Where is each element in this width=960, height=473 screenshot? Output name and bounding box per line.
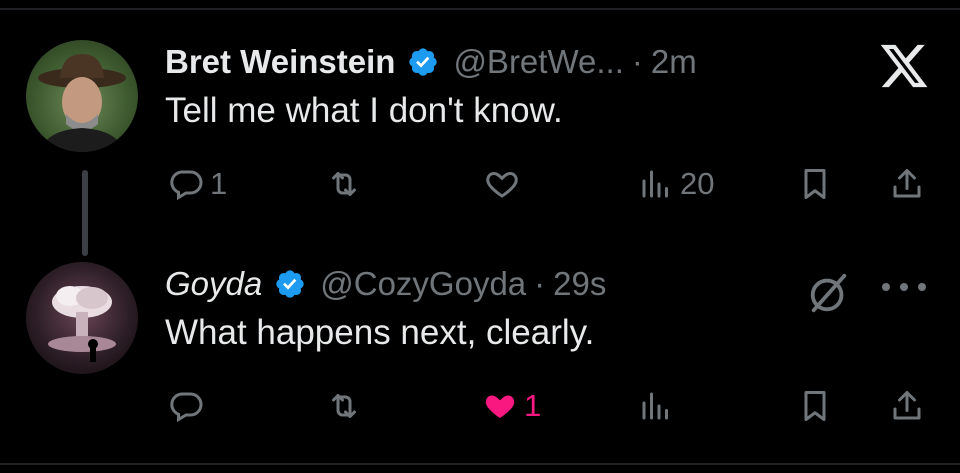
views-button[interactable] (638, 384, 680, 428)
verified-badge-icon (409, 48, 438, 76)
handle[interactable]: @BretWe... (453, 42, 623, 82)
bookmark-button[interactable] (797, 162, 833, 206)
action-bar: 1 20 (0, 162, 960, 206)
like-icon (485, 395, 515, 418)
top-divider (0, 8, 960, 10)
views-icon (642, 392, 668, 420)
share-icon (893, 169, 921, 198)
reply-icon (170, 392, 203, 423)
like-button[interactable] (484, 162, 526, 206)
reply-count: 1 (210, 166, 228, 201)
retweet-icon (332, 394, 356, 418)
bookmark-icon (804, 169, 826, 199)
avatar[interactable] (26, 40, 138, 152)
tweet-header: Goyda @CozyGoyda · 29s (165, 264, 606, 304)
grok-icon[interactable] (806, 270, 852, 316)
bookmark-button[interactable] (797, 384, 833, 428)
share-button[interactable] (889, 384, 925, 428)
timestamp[interactable]: 2m (651, 42, 697, 82)
retweet-button[interactable] (326, 162, 368, 206)
views-icon (642, 170, 668, 198)
views-count: 20 (680, 166, 715, 201)
avatar[interactable] (26, 262, 138, 374)
share-button[interactable] (889, 162, 925, 206)
avatar-mushroom-cloud (48, 286, 116, 362)
retweet-button[interactable] (326, 384, 368, 428)
views-button[interactable]: 20 (638, 162, 714, 206)
tweet-header: Bret Weinstein @BretWe... · 2m (165, 42, 697, 82)
more-icon[interactable] (878, 280, 930, 294)
avatar-portrait (38, 54, 126, 152)
separator: · (631, 43, 643, 80)
thread-connector (82, 170, 88, 256)
reply-icon (170, 170, 203, 201)
share-icon (893, 391, 921, 420)
action-bar: 1 (0, 384, 960, 428)
tweet-text: Tell me what I don't know. (165, 91, 563, 130)
timestamp[interactable]: 29s (553, 264, 606, 304)
bookmark-icon (804, 391, 826, 421)
handle[interactable]: @CozyGoyda (320, 264, 526, 304)
like-count: 1 (524, 388, 542, 423)
reply-button[interactable] (168, 384, 210, 428)
retweet-icon (332, 172, 356, 196)
tweet-text: What happens next, clearly. (165, 313, 595, 352)
bottom-divider (0, 463, 960, 465)
separator: · (534, 265, 546, 302)
verified-badge-icon (276, 270, 304, 298)
display-name[interactable]: Bret Weinstein (165, 42, 395, 82)
like-icon (486, 171, 518, 198)
x-logo-icon (880, 44, 928, 88)
display-name[interactable]: Goyda (165, 264, 262, 304)
reply-button[interactable]: 1 (168, 162, 227, 206)
like-button[interactable]: 1 (482, 384, 541, 428)
